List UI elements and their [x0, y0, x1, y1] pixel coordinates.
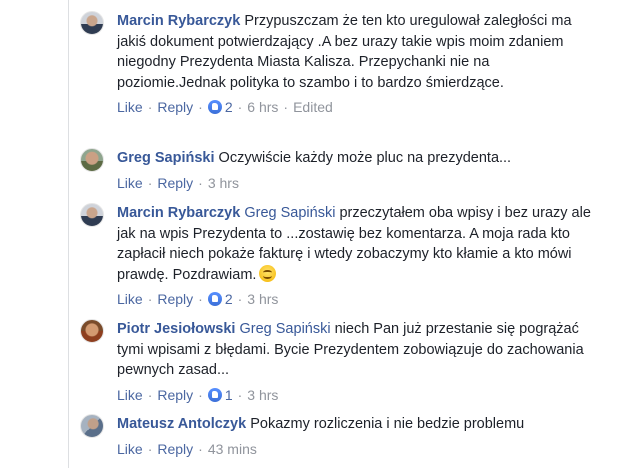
timestamp[interactable]: 3 hrs [247, 291, 278, 307]
comment-actions: Like · Reply · 1 · 3 hrs [117, 387, 600, 403]
reply-button[interactable]: Reply [157, 175, 193, 191]
mention-link[interactable]: Greg Sapiński [244, 205, 335, 221]
timestamp[interactable]: 43 mins [208, 441, 257, 457]
comment-text: Pokazmy rozliczenia i nie bedzie problem… [250, 416, 525, 432]
reply-button[interactable]: Reply [157, 291, 193, 307]
separator: · [147, 291, 153, 307]
avatar[interactable] [80, 148, 104, 172]
separator: · [198, 174, 203, 191]
avatar[interactable] [80, 203, 104, 227]
comment-text: Oczywiście każdy może pluc na prezydenta… [218, 150, 512, 166]
separator: · [198, 386, 203, 403]
mention-link[interactable]: Greg Sapiński [240, 321, 331, 337]
like-icon[interactable] [207, 292, 222, 306]
comment-author[interactable]: Mateusz Antolczyk [117, 416, 246, 432]
comment-body: Marcin Rybarczyk Przypuszczam że ten kto… [117, 11, 600, 93]
separator: · [147, 99, 153, 115]
like-count[interactable]: 2 [225, 99, 233, 115]
timestamp[interactable]: 6 hrs [247, 99, 278, 115]
comment-body: Marcin Rybarczyk Greg Sapiński przeczyta… [117, 203, 600, 285]
like-icon[interactable] [207, 100, 222, 114]
comment-body: Piotr Jesiołowski Greg Sapiński niech Pa… [117, 319, 600, 381]
reply-button[interactable]: Reply [157, 387, 193, 403]
comment-author[interactable]: Marcin Rybarczyk [117, 205, 240, 221]
smile-emoji-icon [259, 264, 277, 282]
separator: · [237, 291, 243, 307]
separator: · [147, 174, 153, 191]
separator: · [237, 386, 243, 403]
separator: · [198, 99, 203, 115]
comment: Greg Sapiński Oczywiście każdy może pluc… [80, 148, 600, 191]
like-count[interactable]: 1 [225, 387, 233, 403]
like-count[interactable]: 2 [225, 291, 233, 307]
separator: · [198, 440, 203, 457]
comment-author[interactable]: Piotr Jesiołowski [117, 321, 235, 337]
avatar[interactable] [80, 319, 104, 343]
timestamp[interactable]: 3 hrs [208, 175, 239, 191]
avatar[interactable] [80, 11, 104, 35]
like-button[interactable]: Like [117, 99, 143, 115]
like-icon[interactable] [207, 387, 222, 402]
comment-author[interactable]: Greg Sapiński [117, 150, 215, 166]
avatar[interactable] [80, 414, 104, 438]
comment-actions: Like · Reply · 43 mins [117, 441, 600, 457]
comment: Marcin Rybarczyk Przypuszczam że ten kto… [80, 11, 600, 115]
reply-button[interactable]: Reply [157, 99, 193, 115]
separator: · [237, 99, 243, 115]
timestamp[interactable]: 3 hrs [247, 387, 278, 403]
like-button[interactable]: Like [117, 291, 143, 307]
comment: Marcin Rybarczyk Greg Sapiński przeczyta… [80, 203, 600, 307]
like-button[interactable]: Like [117, 175, 143, 191]
comment: Piotr Jesiołowski Greg Sapiński niech Pa… [80, 319, 600, 403]
separator: · [198, 291, 203, 307]
separator: · [147, 386, 153, 403]
edited-label[interactable]: Edited [293, 99, 333, 115]
comment-body: Mateusz Antolczyk Pokazmy rozliczenia i … [117, 414, 600, 435]
comment: Mateusz Antolczyk Pokazmy rozliczenia i … [80, 414, 600, 457]
like-button[interactable]: Like [117, 387, 143, 403]
separator: · [283, 99, 289, 115]
comment-body: Greg Sapiński Oczywiście każdy może pluc… [117, 148, 600, 169]
comment-actions: Like · Reply · 3 hrs [117, 175, 600, 191]
thread-rail [68, 0, 69, 468]
reply-button[interactable]: Reply [157, 441, 193, 457]
separator: · [147, 440, 153, 457]
comment-author[interactable]: Marcin Rybarczyk [117, 13, 240, 29]
like-button[interactable]: Like [117, 441, 143, 457]
comment-actions: Like · Reply · 2 · 6 hrs · Edited [117, 99, 600, 115]
comment-actions: Like · Reply · 2 · 3 hrs [117, 291, 600, 307]
